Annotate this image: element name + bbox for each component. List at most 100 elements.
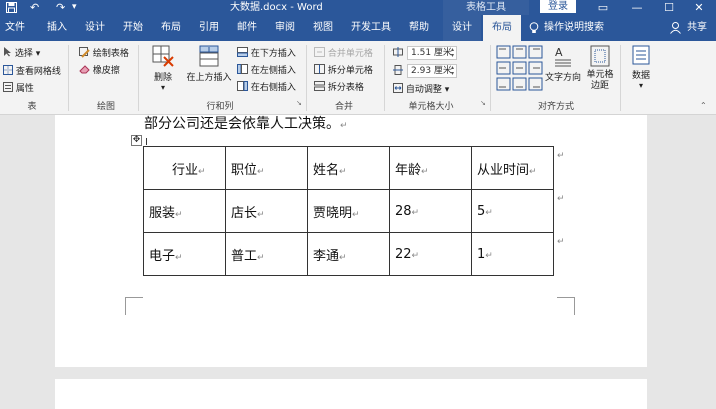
merge-cells-icon: [314, 47, 325, 60]
table-row: 电子↵ 普工↵ 李通↵ 22↵ 1↵: [143, 232, 554, 276]
window-title: 大数据.docx - Word: [230, 2, 323, 13]
ribbon-display-options-icon[interactable]: ▭: [590, 0, 616, 15]
split-table-label: 拆分表格: [327, 83, 364, 93]
select-label: 选择: [14, 49, 33, 59]
eraser-button[interactable]: 橡皮擦: [79, 63, 120, 77]
spinner-arrows-icon[interactable]: ▴ ▾: [451, 47, 454, 59]
row-height-field[interactable]: 1.51 厘米 ▴ ▾: [407, 46, 457, 60]
split-cells-button[interactable]: 拆分单元格: [314, 63, 373, 77]
table-move-handle-icon[interactable]: ✥: [131, 135, 142, 146]
tab-developer[interactable]: 开发工具: [346, 15, 396, 41]
properties-label: 属性: [15, 84, 34, 94]
autofit-button[interactable]: 自动调整 ▾: [393, 82, 449, 96]
tab-layout[interactable]: 布局: [154, 15, 188, 41]
group-label-rows-columns: 行和列: [206, 102, 234, 112]
table-cell[interactable]: 普工↵: [225, 232, 308, 276]
insert-left-label: 在左侧插入: [250, 66, 296, 76]
data-icon: [632, 45, 650, 68]
table-cell[interactable]: 年龄↵: [389, 146, 472, 190]
table-cell[interactable]: 22↵: [389, 232, 472, 276]
group-divider: [490, 45, 491, 111]
column-width-field[interactable]: 2.93 厘米 ▴ ▾: [407, 64, 457, 78]
draw-table-button[interactable]: 绘制表格: [79, 46, 129, 61]
close-icon[interactable]: ✕: [686, 0, 712, 15]
login-button[interactable]: 登录: [540, 0, 576, 13]
insert-right-button[interactable]: 在右侧插入: [237, 80, 296, 94]
undo-icon[interactable]: ↶: [30, 0, 39, 15]
insert-above-label: 在上方插入: [186, 73, 232, 83]
tab-help[interactable]: 帮助: [402, 15, 436, 41]
collapse-ribbon-icon[interactable]: ⌃: [700, 101, 707, 110]
group-divider: [620, 45, 621, 111]
split-table-icon: [314, 81, 325, 94]
autofit-label: 自动调整: [405, 85, 442, 95]
ribbon-tab-bar: 文件 插入 设计 开始 布局 引用 邮件 审阅 视图 开发工具 帮助 设计 布局…: [0, 15, 716, 41]
tab-review[interactable]: 审阅: [268, 15, 302, 41]
select-button[interactable]: 选择 ▾: [3, 46, 40, 60]
tab-table-layout[interactable]: 布局: [483, 15, 521, 41]
table-cell[interactable]: 职位↵: [225, 146, 308, 190]
document-area: 部分公司还是会依靠人工决策。↵ ✥ I 行业↵ 职位↵ 姓名↵ 年龄↵ 从业时间…: [0, 115, 716, 409]
group-divider: [384, 45, 385, 111]
cell-size-dialog-launcher-icon[interactable]: ↘: [480, 99, 486, 107]
tell-me-search[interactable]: 操作说明搜索: [544, 15, 606, 41]
text-direction-button[interactable]: A 文字方向: [545, 45, 581, 83]
table-cell[interactable]: 28↵: [389, 189, 472, 233]
table-cell[interactable]: 1↵: [471, 232, 554, 276]
select-cursor-icon: [3, 47, 12, 60]
insert-left-button[interactable]: 在左侧插入: [237, 63, 296, 77]
table-cell[interactable]: 贾晓明↵: [307, 189, 390, 233]
table-cell[interactable]: 服装↵: [143, 189, 226, 233]
share-button[interactable]: 共享: [683, 15, 711, 41]
tab-design[interactable]: 设计: [78, 15, 112, 41]
tab-insert[interactable]: 插入: [40, 15, 74, 41]
context-group-label: 表格工具: [443, 0, 529, 15]
spinner-arrows-icon[interactable]: ▴ ▾: [451, 65, 454, 77]
document-paragraph[interactable]: 部分公司还是会依靠人工决策。↵: [144, 115, 348, 135]
save-icon[interactable]: [6, 0, 17, 15]
table-row: 服装↵ 店长↵ 贾晓明↵ 28↵ 5↵: [143, 189, 554, 233]
table-cell[interactable]: 从业时间↵: [471, 146, 554, 190]
merge-cells-button[interactable]: 合并单元格: [314, 46, 373, 60]
delete-label: 删除: [153, 73, 172, 83]
split-table-button[interactable]: 拆分表格: [314, 80, 364, 94]
group-label-table: 表: [27, 102, 37, 112]
view-gridlines-button[interactable]: 查看网格线: [3, 64, 61, 78]
redo-icon[interactable]: ↷: [56, 0, 65, 15]
table-cell[interactable]: 店长↵: [225, 189, 308, 233]
rows-columns-dialog-launcher-icon[interactable]: ↘: [296, 99, 302, 107]
row-end-mark-icon: ↵: [557, 194, 565, 204]
table-row: 行业↵ 职位↵ 姓名↵ 年龄↵ 从业时间↵: [143, 146, 554, 190]
tab-mailings[interactable]: 邮件: [230, 15, 264, 41]
insert-above-button[interactable]: 在上方插入: [185, 45, 233, 83]
minimize-icon[interactable]: —: [624, 0, 650, 15]
table-cell[interactable]: 5↵: [471, 189, 554, 233]
delete-button[interactable]: 删除 ▾: [148, 45, 178, 92]
table-cell[interactable]: 行业↵: [143, 146, 226, 190]
group-label-cell-size: 单元格大小: [408, 102, 454, 112]
cell-margins-button[interactable]: 单元格边距: [583, 45, 617, 92]
group-divider: [68, 45, 69, 111]
group-divider: [306, 45, 307, 111]
split-cells-label: 拆分单元格: [327, 66, 373, 76]
insert-below-button[interactable]: 在下方插入: [237, 46, 296, 60]
title-bar: ↶ ↷ ▾ 大数据.docx - Word 表格工具 登录 ▭ — ☐ ✕: [0, 0, 716, 15]
paragraph-text: 部分公司还是会依靠人工决策。: [144, 116, 340, 132]
tab-view[interactable]: 视图: [306, 15, 340, 41]
table-cell[interactable]: 李通↵: [307, 232, 390, 276]
tab-home[interactable]: 开始: [116, 15, 150, 41]
tab-table-design[interactable]: 设计: [443, 15, 481, 41]
merge-cells-label: 合并单元格: [327, 49, 373, 59]
tab-references[interactable]: 引用: [192, 15, 226, 41]
row-end-mark-icon: ↵: [557, 151, 565, 161]
table-cell[interactable]: 姓名↵: [307, 146, 390, 190]
ribbon: 选择 ▾ 查看网格线 属性 表 绘制表格 橡皮擦 绘图 删除 ▾ 在上方插入 在…: [0, 41, 716, 115]
data-button[interactable]: 数据 ▾: [626, 45, 656, 90]
table-cell[interactable]: 电子↵: [143, 232, 226, 276]
properties-button[interactable]: 属性: [3, 81, 34, 95]
customize-toolbar-icon[interactable]: ▾: [72, 0, 77, 15]
maximize-icon[interactable]: ☐: [656, 0, 682, 15]
tab-file[interactable]: 文件: [0, 15, 30, 41]
group-label-draw: 绘图: [96, 102, 115, 112]
eraser-icon: [79, 64, 90, 77]
